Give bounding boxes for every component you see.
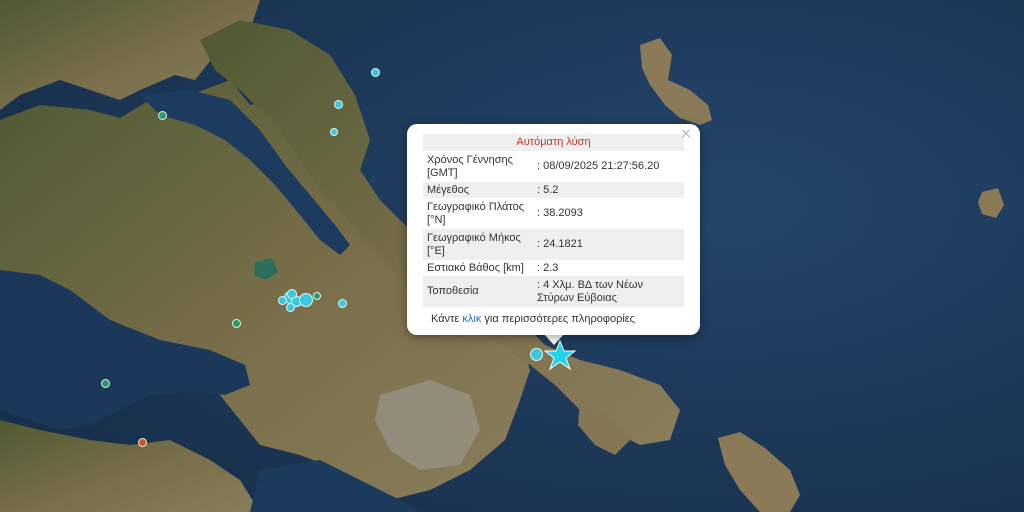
table-row: Γεωγραφικό Μήκος [°E] : 24.1821 <box>423 229 684 260</box>
popup-footer: Κάντε κλικ για περισσότερες πληροφορίες <box>423 313 684 325</box>
table-row: Χρόνος Γέννησης [GMT] : 08/09/2025 21:27… <box>423 151 684 182</box>
row-value: : 4 Χλμ. ΒΔ των Νέων Στύρων Εύβοιας <box>535 276 684 307</box>
footer-text-after: για περισσότερες πληροφορίες <box>481 313 635 325</box>
popup-title: Αυτόματη λύση <box>423 134 684 151</box>
row-key: Τοποθεσία <box>423 276 535 307</box>
earthquake-marker-recent[interactable] <box>333 99 343 109</box>
row-value: : 08/09/2025 21:27:56.20 <box>537 160 660 172</box>
row-value: : 38.2093 <box>537 207 583 219</box>
earthquake-marker-recent[interactable] <box>337 298 347 308</box>
more-info-link[interactable]: κλικ <box>462 313 481 325</box>
epicenter-star-shape <box>543 340 577 370</box>
table-row: Τοποθεσία : 4 Χλμ. ΒΔ των Νέων Στύρων Εύ… <box>423 276 684 307</box>
earthquake-marker-old[interactable] <box>137 437 147 447</box>
footer-text-before: Κάντε <box>431 313 463 325</box>
earthquake-marker-recent[interactable] <box>370 67 380 77</box>
earthquake-marker-recent[interactable] <box>277 295 287 305</box>
row-key: Χρόνος Γέννησης [GMT] <box>427 153 513 179</box>
earthquake-marker-recent[interactable] <box>529 347 543 361</box>
earthquake-marker-older[interactable] <box>100 378 110 388</box>
earthquake-marker-recent[interactable] <box>299 293 313 307</box>
earthquake-marker-older[interactable] <box>313 292 321 300</box>
info-table: Χρόνος Γέννησης [GMT] : 08/09/2025 21:27… <box>423 151 684 307</box>
row-value: : 5.2 <box>535 182 684 198</box>
close-button[interactable]: × <box>678 126 694 142</box>
earthquake-marker-recent[interactable] <box>287 289 297 299</box>
row-key: Μέγεθος <box>423 182 535 198</box>
table-row: Γεωγραφικό Πλάτος [°N] : 38.2093 <box>423 198 684 229</box>
earthquake-marker-older[interactable] <box>157 110 167 120</box>
table-row: Μέγεθος : 5.2 <box>423 182 684 198</box>
row-key: Γεωγραφικό Μήκος [°E] <box>423 229 535 260</box>
earthquake-popup: × Αυτόματη λύση Χρόνος Γέννησης [GMT] : … <box>407 124 700 335</box>
row-key: Εστιακό Βάθος [km] <box>427 261 524 274</box>
earthquake-marker-recent[interactable] <box>330 128 338 136</box>
row-value: : 2.3 <box>537 261 559 274</box>
row-key: Γεωγραφικό Πλάτος [°N] <box>427 200 525 226</box>
row-value: : 24.1821 <box>535 229 684 260</box>
earthquake-marker-recent[interactable] <box>285 302 295 312</box>
table-row: Εστιακό Βάθος [km] : 2.3 <box>423 260 684 276</box>
earthquake-marker-older[interactable] <box>231 318 241 328</box>
